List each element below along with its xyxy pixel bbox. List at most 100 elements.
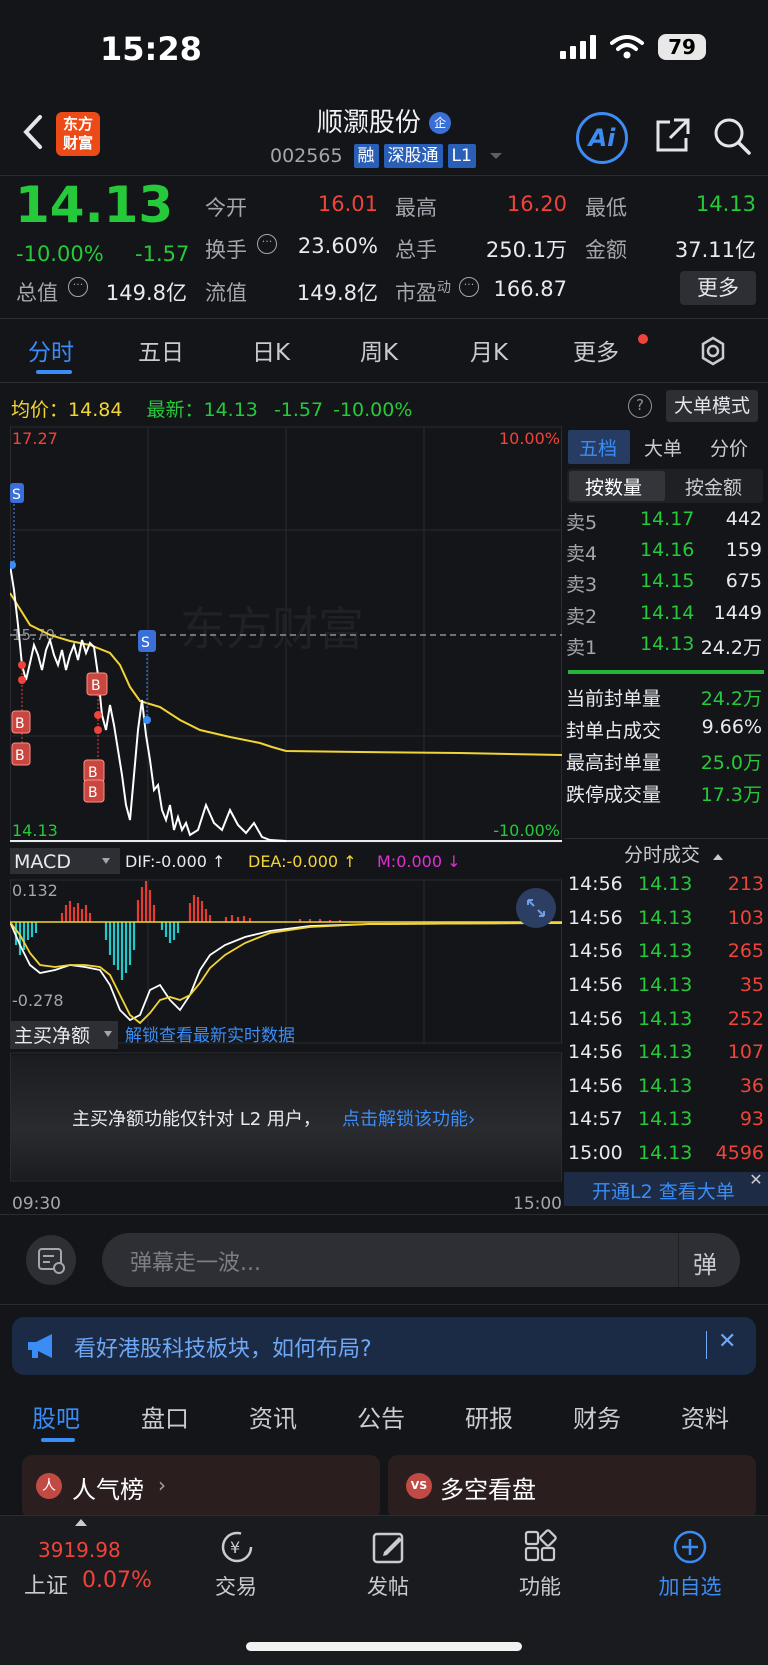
dif-value: DIF:-0.000 ↑: [125, 852, 225, 871]
nav-functions[interactable]: 功能: [480, 1527, 600, 1617]
trades-title[interactable]: 分时成交: [624, 840, 724, 867]
index-change[interactable]: 0.07%: [82, 1568, 152, 1593]
svg-text:B: B: [88, 765, 98, 781]
index-value[interactable]: 3919.98: [38, 1538, 121, 1562]
close-icon[interactable]: ✕: [718, 1329, 736, 1354]
danmu-input[interactable]: 弹幕走一波...: [130, 1245, 261, 1277]
tab-more[interactable]: 更多: [573, 333, 619, 367]
tab-price-distribution[interactable]: 分价: [710, 434, 748, 461]
tab-financials[interactable]: 财务: [573, 1399, 621, 1434]
caret-down-icon: [489, 153, 502, 159]
danmu-settings-button[interactable]: [26, 1235, 76, 1285]
open-value: 16.01: [317, 192, 378, 216]
high-value: 16.20: [506, 192, 567, 216]
tab-weekly-k[interactable]: 周K: [360, 333, 398, 367]
unlock-link[interactable]: 解锁查看最新实时数据: [125, 1026, 295, 1046]
enterprise-badge: 企: [429, 112, 452, 134]
tab-forum[interactable]: 股吧: [32, 1399, 80, 1434]
pe-value: 166.87: [493, 277, 567, 301]
svg-text:B: B: [88, 785, 98, 801]
search-icon: [714, 118, 751, 155]
help-icon[interactable]: ?: [628, 394, 652, 418]
nav-functions-label: 功能: [519, 1575, 561, 1599]
list-item[interactable]: 卖1 14.13 24.2万: [566, 633, 766, 660]
more-quote-button[interactable]: 更多: [680, 271, 756, 305]
settings-button[interactable]: [697, 335, 729, 371]
info-icon[interactable]: ···: [459, 277, 479, 297]
bull-bear-card[interactable]: VS 多空看盘: [388, 1455, 756, 1519]
danmu-input-box[interactable]: 弹幕走一波... 弹: [102, 1233, 740, 1287]
caret-up-icon: [75, 1519, 87, 1526]
trade-icon: ¥: [221, 1531, 253, 1563]
top-price-label: 17.27: [12, 429, 58, 448]
list-item[interactable]: 卖4 14.16 159: [566, 539, 766, 566]
tab-daily-k[interactable]: 日K: [252, 333, 290, 367]
chevron-right-icon: ›: [158, 1473, 166, 1497]
search-button[interactable]: [712, 116, 752, 160]
battery-icon: 79: [658, 34, 706, 60]
table-row: 14:56 14.13 252: [568, 1008, 764, 1030]
chart-icon: 人: [36, 1473, 62, 1499]
subtab-by-amount[interactable]: 按金额: [685, 473, 742, 500]
buy-point: [18, 661, 26, 669]
tab-announcements[interactable]: 公告: [357, 1399, 405, 1434]
tab-news[interactable]: 资讯: [249, 1399, 297, 1434]
sell-point: [10, 561, 16, 569]
l2-banner[interactable]: 开通L2 查看大单 ✕: [564, 1170, 768, 1206]
list-item[interactable]: 卖2 14.14 1449: [566, 602, 766, 629]
change-percent: -10.00%: [16, 242, 104, 266]
popularity-card[interactable]: 人 人气榜 ›: [22, 1455, 380, 1519]
bull-bear-title: 多空看盘: [440, 1476, 536, 1504]
last-price: 14.13: [15, 176, 174, 234]
svg-text:B: B: [91, 678, 101, 694]
bottom-pct-label: -10.00%: [493, 821, 560, 840]
subtab-by-quantity[interactable]: 按数量: [585, 473, 642, 500]
tab-research[interactable]: 研报: [465, 1399, 513, 1434]
nav-post[interactable]: 发帖: [328, 1527, 448, 1617]
mktcap-value: 149.8亿: [105, 281, 187, 305]
index-name[interactable]: 上证: [24, 1568, 68, 1600]
tab-profile[interactable]: 资料: [681, 1399, 729, 1434]
list-item[interactable]: 卖3 14.15 675: [566, 570, 766, 597]
new-dot: [638, 334, 648, 344]
l2-unlock-link[interactable]: 点击解锁该功能›: [342, 1109, 475, 1130]
tab-intraday[interactable]: 分时: [28, 333, 74, 367]
tab-five-day[interactable]: 五日: [138, 333, 184, 367]
news-banner[interactable]: 看好港股科技板块，如何布局? ✕: [12, 1317, 756, 1375]
nav-add-watchlist-label: 加自选: [658, 1575, 722, 1599]
dea-value: DEA:-0.000 ↑: [248, 852, 357, 871]
expand-button[interactable]: [516, 888, 556, 928]
m-value: M:0.000 ↓: [377, 852, 461, 871]
gear-icon: [701, 336, 725, 366]
caret-up-icon: [713, 854, 724, 860]
nav-trade[interactable]: ¥ 交易: [176, 1527, 296, 1617]
tab-big-orders[interactable]: 大单: [644, 434, 682, 461]
nav-add-watchlist[interactable]: 加自选: [630, 1527, 750, 1617]
close-icon[interactable]: ✕: [746, 1170, 766, 1190]
list-item: 最高封单量 25.0万: [566, 752, 762, 774]
tab-market-depth[interactable]: 盘口: [141, 1399, 189, 1434]
intraday-chart[interactable]: 东方财富 15.70 17.27 10.00% 14.13 -10.00% S …: [10, 425, 562, 1217]
info-icon[interactable]: ···: [257, 234, 277, 254]
stock-code-row[interactable]: 002565 融 深股通 L1: [270, 144, 503, 168]
share-button[interactable]: [652, 116, 692, 160]
divider: [706, 1331, 707, 1359]
main-net-label: 主买净额: [14, 1025, 90, 1047]
vs-icon: VS: [406, 1473, 432, 1499]
danmu-toggle[interactable]: 弹: [678, 1233, 740, 1287]
amount-value: 37.11亿: [674, 238, 756, 262]
tab-monthly-k[interactable]: 月K: [470, 333, 508, 367]
high-label: 最高: [395, 196, 437, 220]
list-item[interactable]: 卖5 14.17 442: [566, 508, 766, 535]
tab-five-levels[interactable]: 五档: [579, 434, 617, 461]
l2-notice: 主买净额功能仅针对 L2 用户，: [72, 1109, 321, 1130]
wifi-icon: [610, 35, 644, 59]
big-order-mode-button[interactable]: 大单模式: [666, 390, 759, 422]
bid-ask-bar: [568, 670, 764, 674]
info-icon[interactable]: ···: [68, 277, 88, 297]
ai-button[interactable]: Ai: [576, 112, 628, 164]
list-item: 封单占成交 9.66%: [566, 716, 762, 742]
signal-icon: [560, 35, 596, 59]
change-amount: -1.57: [135, 242, 190, 266]
stock-code: 002565: [270, 145, 343, 167]
